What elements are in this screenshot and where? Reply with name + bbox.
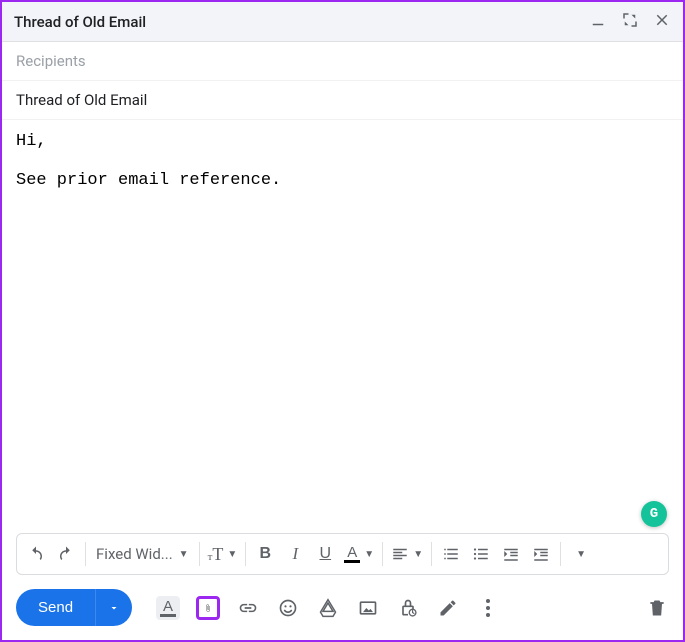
more-formatting-button[interactable]: ▼ [569, 549, 591, 560]
undo-button[interactable] [25, 545, 47, 563]
insert-drive-button[interactable] [316, 596, 340, 620]
separator [382, 542, 383, 566]
window-controls [589, 11, 671, 33]
drive-icon [318, 598, 338, 618]
discard-draft-button[interactable] [645, 596, 669, 620]
close-icon[interactable] [653, 11, 671, 33]
more-options-button[interactable] [476, 596, 500, 620]
insert-link-button[interactable] [236, 596, 260, 620]
bold-button[interactable]: B [254, 545, 276, 563]
underline-button[interactable]: U [314, 545, 336, 563]
lock-clock-icon [398, 598, 418, 618]
separator [199, 542, 200, 566]
window-title: Thread of Old Email [14, 13, 589, 31]
formatting-options-button[interactable]: A [156, 596, 180, 620]
chevron-down-icon: ▼ [576, 549, 586, 560]
insert-emoji-button[interactable] [276, 596, 300, 620]
action-icons: A [156, 596, 669, 620]
chevron-down-icon: ▼ [364, 549, 374, 560]
font-size-select[interactable]: тT ▼ [208, 544, 238, 565]
separator [560, 542, 561, 566]
redo-button[interactable] [55, 545, 77, 563]
subject-field[interactable]: Thread of Old Email [2, 81, 683, 120]
body-line: See prior email reference. [16, 171, 669, 190]
numbered-list-button[interactable] [440, 545, 462, 563]
emoji-icon [278, 598, 298, 618]
minimize-icon[interactable] [589, 11, 607, 33]
link-icon [238, 598, 258, 618]
font-family-select[interactable]: Fixed Wid... ▼ [94, 545, 191, 563]
insert-photo-button[interactable] [356, 596, 380, 620]
trash-icon [647, 598, 667, 618]
chevron-down-icon: ▼ [227, 549, 237, 560]
fullscreen-icon[interactable] [621, 11, 639, 33]
recipients-field[interactable]: Recipients [2, 42, 683, 81]
formatting-toolbar: Fixed Wid... ▼ тT ▼ B I U A ▼ ▼ [16, 533, 669, 575]
send-group: Send [16, 589, 132, 626]
attach-file-button[interactable] [196, 596, 220, 620]
insert-signature-button[interactable] [436, 596, 460, 620]
separator [431, 542, 432, 566]
grammarly-icon[interactable]: G [641, 501, 667, 527]
align-button[interactable]: ▼ [391, 545, 423, 563]
photo-icon [358, 598, 378, 618]
indent-less-button[interactable] [500, 545, 522, 563]
send-button[interactable]: Send [16, 589, 95, 626]
more-vert-icon [486, 599, 490, 617]
separator [245, 542, 246, 566]
text-color-button[interactable]: A ▼ [344, 545, 374, 563]
send-options-button[interactable] [95, 589, 132, 626]
italic-button[interactable]: I [284, 544, 306, 564]
title-bar: Thread of Old Email [2, 2, 683, 42]
indent-more-button[interactable] [530, 545, 552, 563]
bulleted-list-button[interactable] [470, 545, 492, 563]
confidential-mode-button[interactable] [396, 596, 420, 620]
compose-window: Thread of Old Email Recipients Thread of… [0, 0, 685, 642]
pen-icon [438, 598, 458, 618]
chevron-down-icon: ▼ [413, 549, 423, 560]
separator [85, 542, 86, 566]
chevron-down-icon: ▼ [179, 549, 189, 560]
bottom-toolbar: Send A [2, 579, 683, 640]
body-line: Hi, [16, 132, 669, 151]
paperclip-icon [204, 598, 212, 618]
message-body[interactable]: Hi, See prior email reference. G [2, 120, 683, 533]
